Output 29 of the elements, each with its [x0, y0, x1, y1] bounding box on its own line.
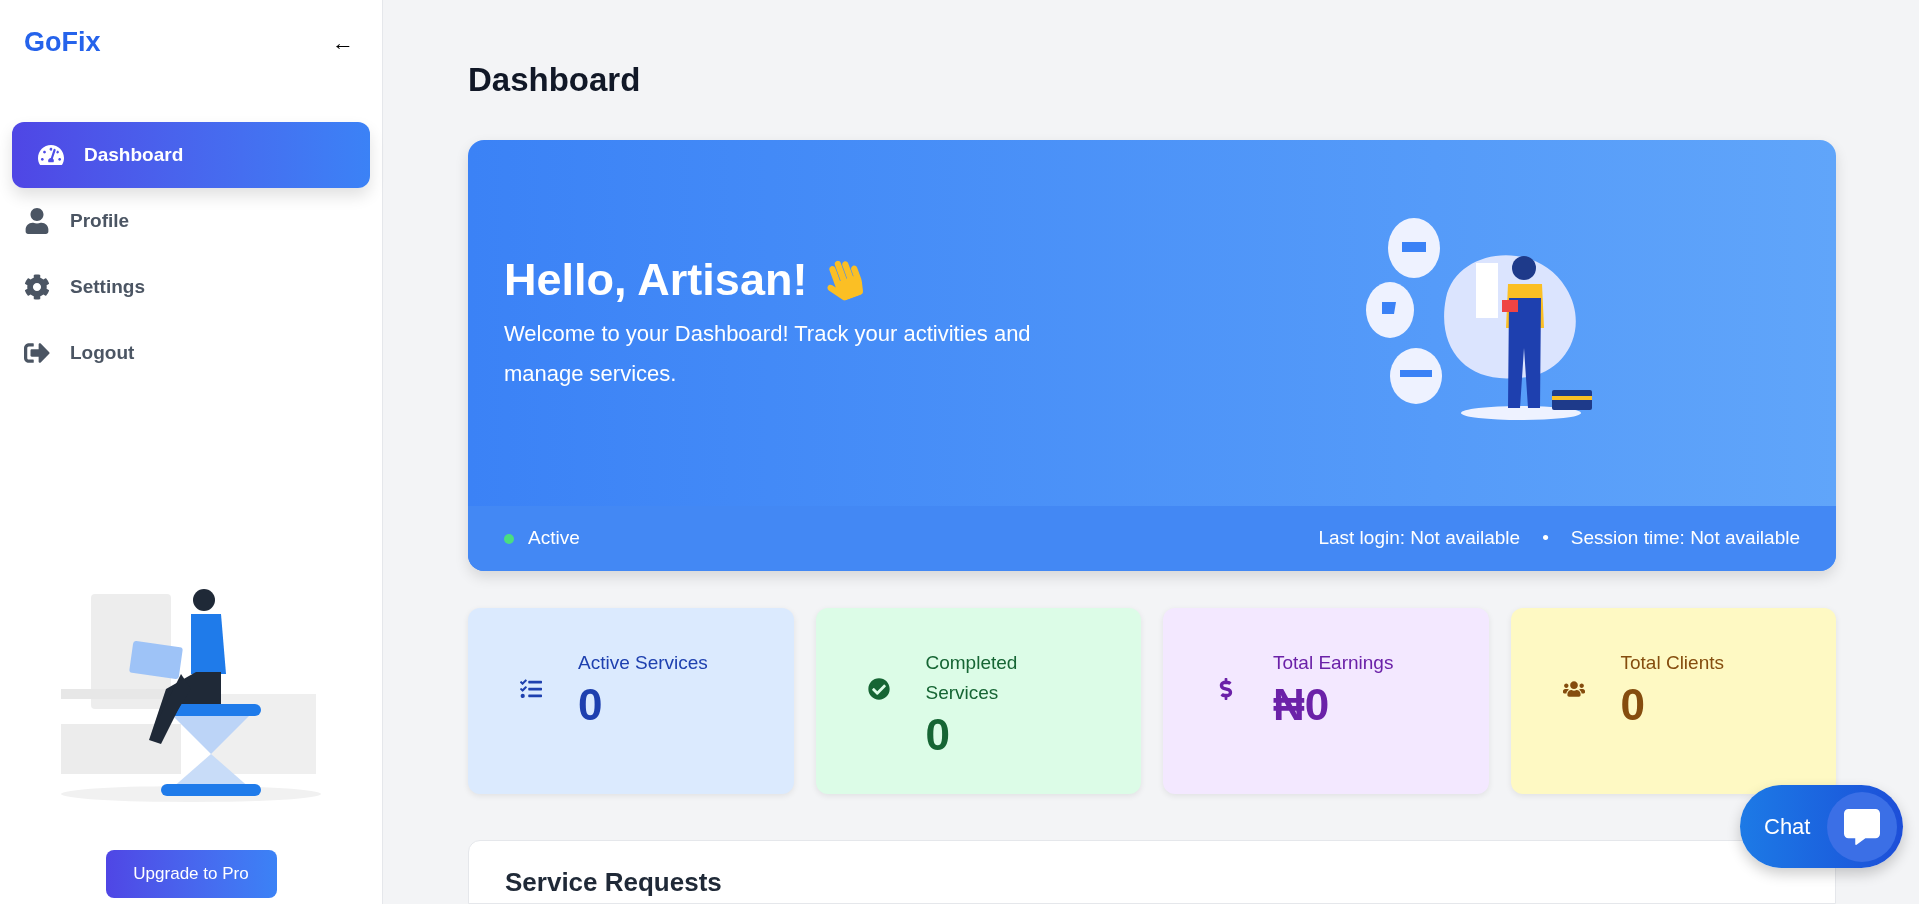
chat-button[interactable]: Chat — [1740, 785, 1903, 868]
stat-value: 0 — [578, 679, 604, 731]
gauge-icon — [38, 142, 64, 168]
stat-label: Completed Services — [925, 651, 1019, 705]
upgrade-button[interactable]: Upgrade to Pro — [105, 850, 277, 898]
section-title: Service Requests — [505, 867, 723, 897]
stat-label: Total Earnings — [1273, 651, 1394, 675]
separator: • — [1542, 526, 1549, 551]
settings-icon — [24, 274, 50, 300]
nav-item[interactable]: Logout — [0, 320, 382, 386]
logout-icon — [24, 340, 50, 366]
nav-item[interactable]: Profile — [0, 188, 382, 254]
stat-value: ₦0 — [1273, 679, 1331, 731]
nav-item[interactable]: Settings — [0, 254, 382, 320]
stat-label: Active Services — [578, 651, 708, 675]
user-icon — [24, 208, 50, 234]
welcome-message: Welcome to your Dashboard! Track your activities and manage services. — [504, 320, 1032, 388]
nav-item[interactable]: Dashboard — [12, 122, 370, 188]
stat-value: 0 — [1620, 679, 1646, 731]
session-time: Session time: Not available — [1570, 526, 1800, 551]
chat-bubble-icon — [1844, 808, 1880, 845]
logo: GoFix — [24, 25, 101, 59]
stat-label: Total Clients — [1620, 651, 1724, 675]
status-label: Active — [528, 526, 580, 551]
stat-value: 0 — [925, 709, 951, 761]
page-title: Dashboard — [468, 60, 642, 100]
greeting: Hello, Artisan! — [504, 253, 808, 307]
last-login: Last login: Not available — [1318, 526, 1521, 551]
collapse-button[interactable]: ← — [332, 25, 358, 59]
